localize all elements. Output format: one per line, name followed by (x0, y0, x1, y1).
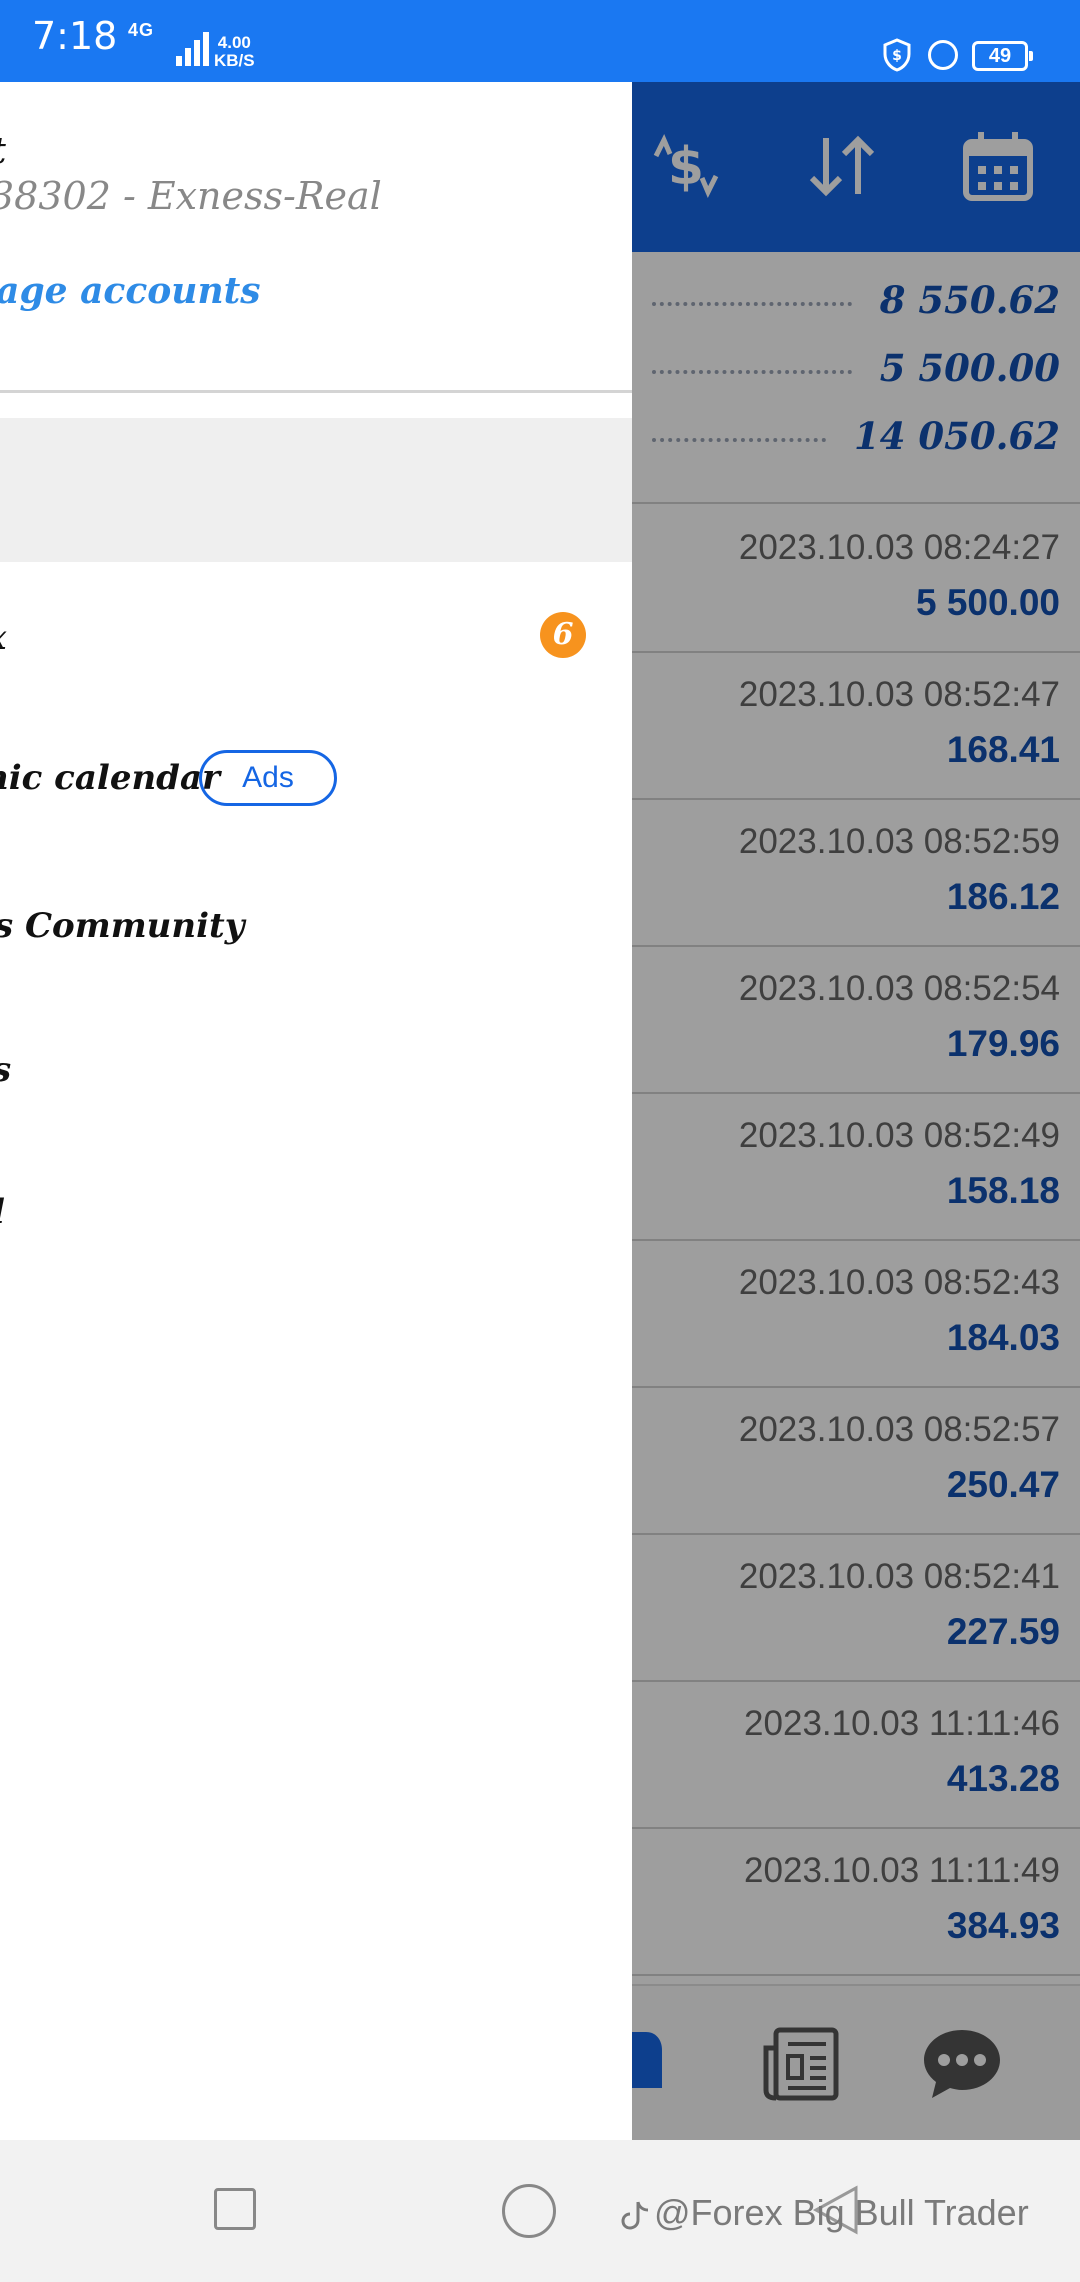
menu-item-label: s (0, 1050, 11, 1090)
manage-accounts-link[interactable]: nage accounts (0, 270, 261, 312)
net-speed-unit: KB/S (214, 51, 255, 70)
home-button[interactable] (502, 2184, 556, 2238)
menu-item-mailbox[interactable]: x (0, 576, 632, 696)
navigation-drawer: it 38302 - Exness-Real nage accounts x n… (0, 82, 632, 2140)
menu-item-selected[interactable] (0, 418, 632, 562)
tiktok-icon (621, 2202, 649, 2230)
account-id: 38302 - Exness-Real (0, 174, 382, 218)
recent-apps-button[interactable] (214, 2188, 256, 2230)
ads-tag: Ads (199, 750, 337, 806)
net-speed: 4.00 KB/S (214, 34, 255, 70)
shield-icon: $ (883, 38, 911, 72)
battery-icon: 49 (972, 41, 1033, 71)
account-name: it (0, 130, 6, 172)
network-type: 4G (128, 20, 155, 40)
menu-item-settings[interactable]: s (0, 1012, 632, 1132)
signal-icon (176, 30, 209, 66)
vpn-lock-icon (928, 40, 958, 70)
divider (0, 390, 632, 393)
menu-item-label: s Community (0, 906, 245, 946)
menu-item-label: x (0, 618, 6, 658)
menu-item-label: nic calendar (0, 758, 220, 798)
menu-item-label: l (0, 1192, 5, 1232)
watermark-text: @Forex Big Bull Trader (654, 2192, 1029, 2233)
drawer-scrim[interactable] (632, 82, 1080, 2140)
menu-item-community[interactable]: s Community (0, 866, 632, 986)
svg-text:$: $ (892, 48, 902, 64)
status-time: 7:18 (32, 14, 118, 58)
status-bar: 7:18 4G 4.00 KB/S $ 49 (0, 0, 1080, 82)
watermark: @Forex Big Bull Trader (620, 2192, 1029, 2234)
unread-badge: 6 (540, 612, 586, 658)
system-nav-bar: @Forex Big Bull Trader (0, 2140, 1080, 2282)
menu-item-journal[interactable]: l (0, 1154, 632, 1274)
net-speed-value: 4.00 (217, 33, 251, 52)
